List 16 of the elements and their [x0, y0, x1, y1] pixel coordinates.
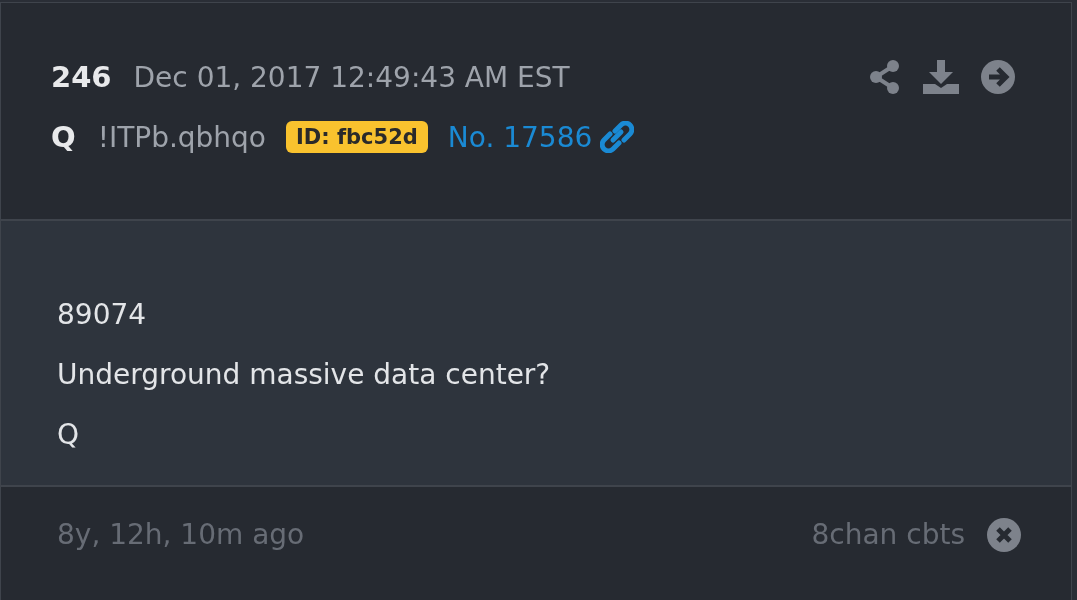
tripcode: !ITPb.qbhqo: [97, 120, 266, 154]
id-badge: ID: fbc52d: [286, 121, 428, 153]
post-text-line: Underground massive data center?: [57, 357, 552, 393]
arrow-right-circle-icon[interactable]: [981, 60, 1015, 94]
close-icon[interactable]: [987, 517, 1021, 552]
post-text-line: Q: [57, 417, 81, 453]
post-date: Dec 01, 2017 12:49:43 AM EST: [133, 60, 570, 94]
author-name: Q: [51, 120, 76, 154]
post-number: 246: [51, 60, 112, 94]
post-age: 8y, 12h, 10m ago: [57, 518, 305, 551]
link-icon[interactable]: [600, 121, 635, 153]
source-label: 8chan cbts: [811, 518, 965, 551]
post-link[interactable]: No. 17586: [447, 120, 593, 154]
download-icon[interactable]: [923, 60, 959, 94]
post-text-line: 89074: [57, 297, 148, 333]
share-icon[interactable]: [869, 60, 901, 94]
